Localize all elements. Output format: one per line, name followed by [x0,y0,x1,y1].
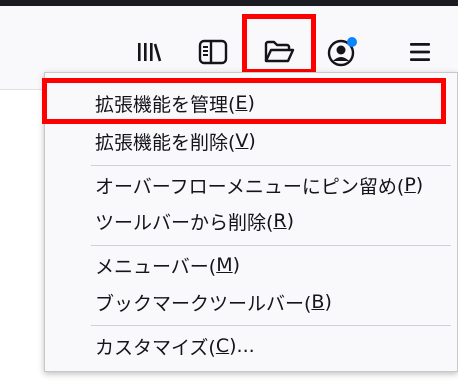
app-menu-button[interactable] [402,34,438,70]
account-button[interactable] [324,34,360,70]
menu-icon [408,41,432,63]
sidebar-button[interactable] [195,34,231,70]
menu-item-customize[interactable]: カスタマイズ(C)... [45,327,457,365]
menu-item-menu-bar[interactable]: メニューバー(M) [45,246,457,284]
menu-item-remove-from-toolbar[interactable]: ツールバーから削除(R) [45,202,457,240]
menu-item-pin-to-overflow[interactable]: オーバーフローメニューにピン留め(P) [45,166,457,204]
menu-separator [91,325,451,326]
library-icon [135,40,163,64]
notification-badge-icon [347,37,357,47]
library-button[interactable] [131,34,167,70]
menu-item-remove-extension[interactable]: 拡張機能を削除(V) [45,122,457,160]
sidebar-icon [198,39,228,65]
account-icon [326,36,358,68]
toolbar-button-highlight [242,14,316,74]
menu-item-bookmarks-toolbar[interactable]: ブックマークツールバー(B) [45,283,457,321]
menu-item-highlight [42,78,446,124]
